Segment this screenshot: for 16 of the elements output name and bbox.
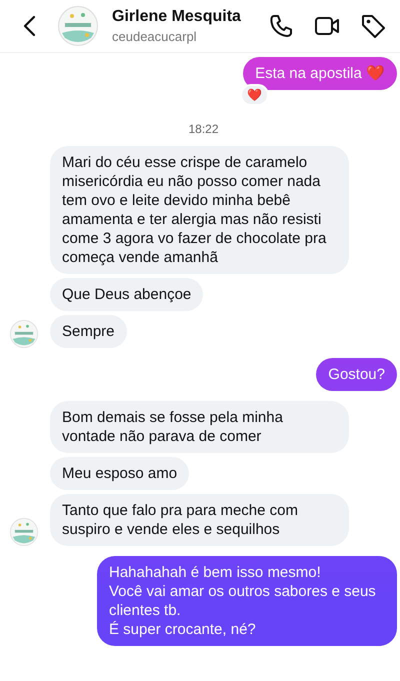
timestamp: 18:22 (188, 122, 219, 136)
message-bubble: Hahahahah é bem isso mesmo! Você vai amar os outros sabores e seus clientes tb. É super crocante, né? (97, 556, 397, 646)
message-bubble: Bom demais se fosse pela minha vontade não parava de comer (50, 401, 349, 453)
tag-icon[interactable] (360, 13, 386, 39)
message-bubble: Gostou? (316, 358, 397, 391)
message-bubble: Tanto que falo pra para meche com suspiro e vende eles e sequilhos (50, 494, 349, 546)
phone-icon[interactable] (268, 13, 294, 39)
message-bubble: Esta na apostila ❤ (243, 57, 397, 90)
message-bubble: Que Deus abençoe (50, 278, 204, 311)
message-bubble: Sempre (50, 315, 127, 348)
reaction-badge: ❤ (240, 84, 269, 106)
contact-username: ceudeacucarpl (112, 29, 198, 44)
message-bubble: Meu esposo amo (50, 457, 190, 490)
avatar-icon (58, 6, 98, 46)
message-bubble: Mari do céu esse crispe de caramelo misericórdia eu não posso comer nada tem ovo e leite devido minha bebê amamenta e ter alergia mas não resisti come 3 agora vo fazer de chocolate pra começa vende amanhã (50, 146, 349, 274)
contact-name: Girlene Mesquita (112, 8, 242, 26)
